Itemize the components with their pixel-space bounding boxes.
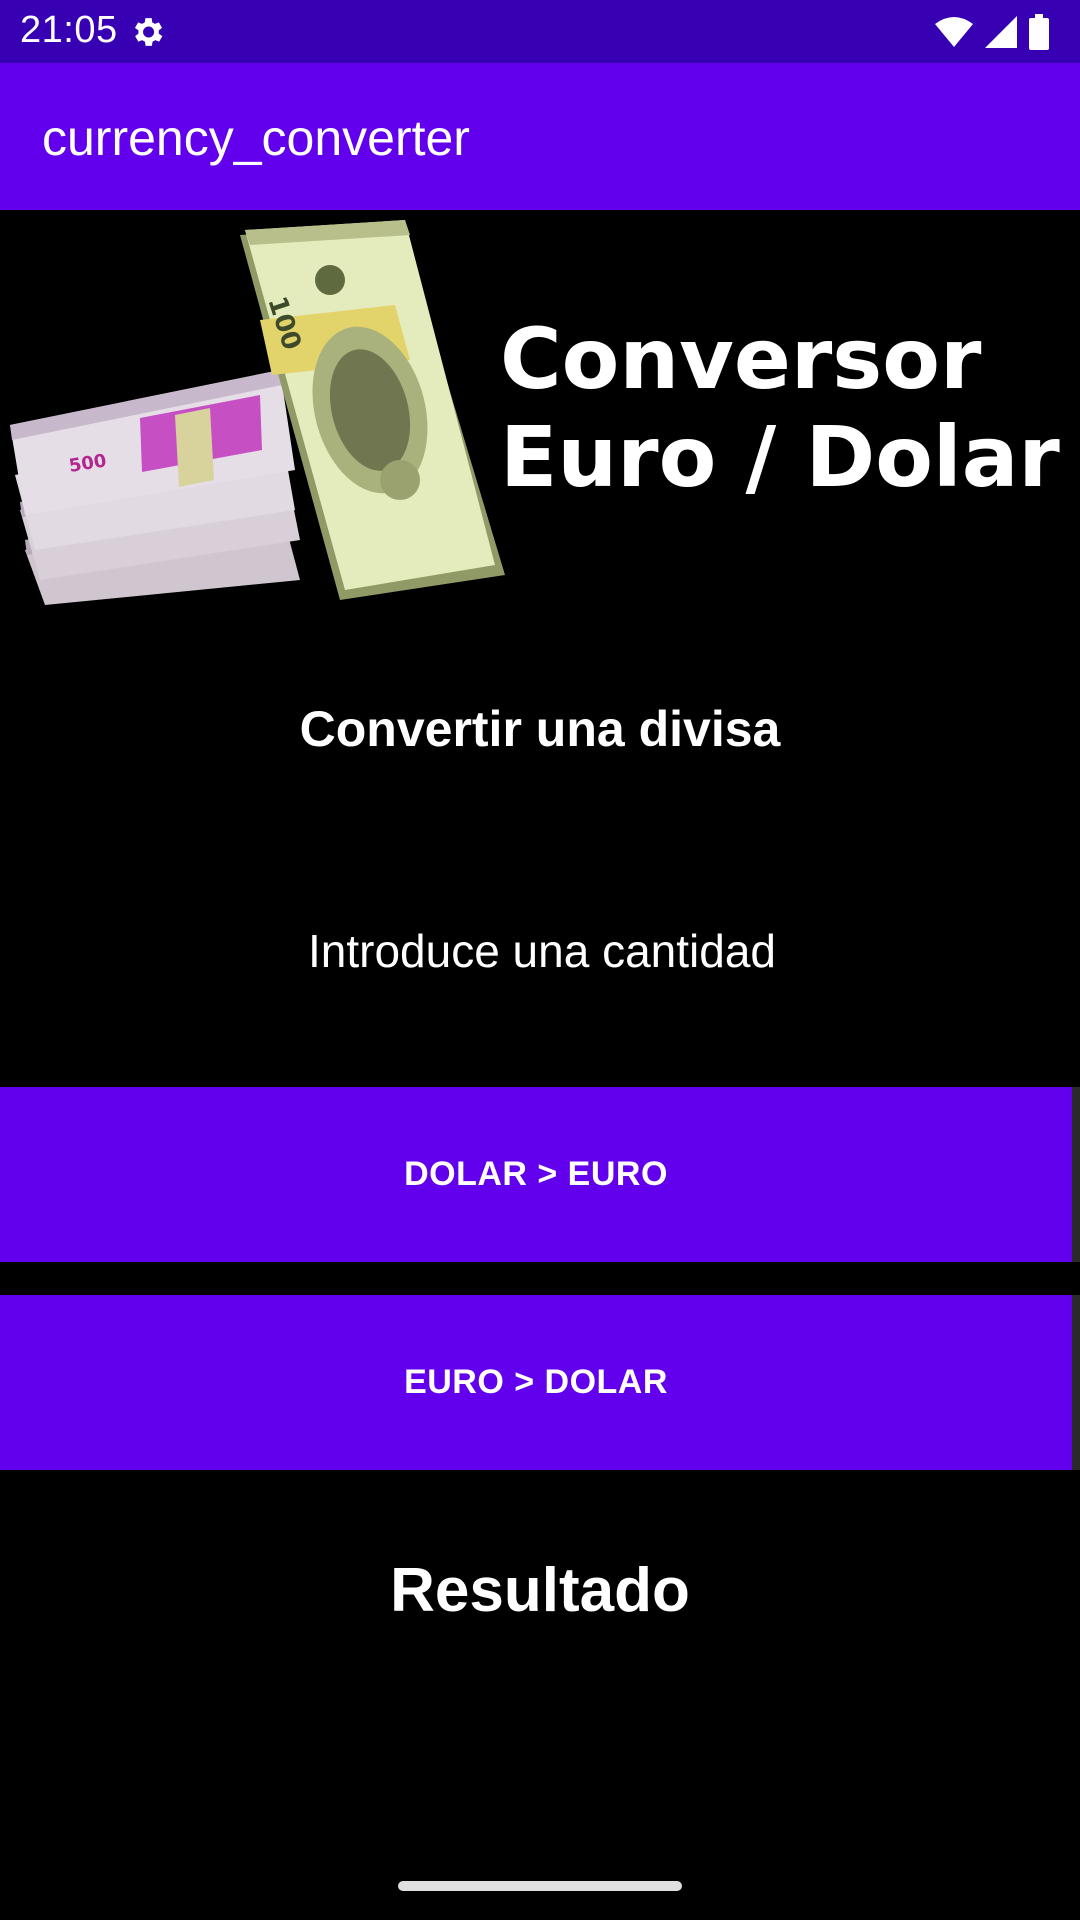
section-title: Convertir una divisa <box>299 701 781 757</box>
home-indicator[interactable] <box>398 1881 682 1891</box>
status-icons <box>934 12 1050 52</box>
result-label: Resultado <box>390 1556 690 1625</box>
battery-icon <box>1029 14 1049 50</box>
banner-heading: Conversor Euro / Dolar <box>500 310 1060 506</box>
signal-icon <box>985 16 1017 48</box>
euro-to-dolar-button[interactable]: EURO > DOLAR <box>0 1295 1072 1470</box>
status-bar: 21:05 <box>0 0 1080 63</box>
banner-line-1: Conversor <box>500 310 982 408</box>
button-edge <box>1072 1295 1080 1470</box>
button-edge <box>1072 1087 1080 1262</box>
dolar-to-euro-button[interactable]: DOLAR > EURO <box>0 1087 1072 1262</box>
amount-input[interactable] <box>0 910 1080 992</box>
app-bar: currency_converter <box>0 63 1080 210</box>
banner: 500 100 Conversor Euro / Dolar <box>0 210 1080 620</box>
wifi-icon <box>935 17 973 47</box>
status-time: 21:05 <box>20 9 118 51</box>
gear-icon <box>134 18 163 46</box>
euro-stack: 500 <box>10 370 300 605</box>
money-stacks-image: 500 100 <box>10 220 505 605</box>
app-title: currency_converter <box>42 110 470 166</box>
banner-line-2: Euro / Dolar <box>500 408 1060 506</box>
